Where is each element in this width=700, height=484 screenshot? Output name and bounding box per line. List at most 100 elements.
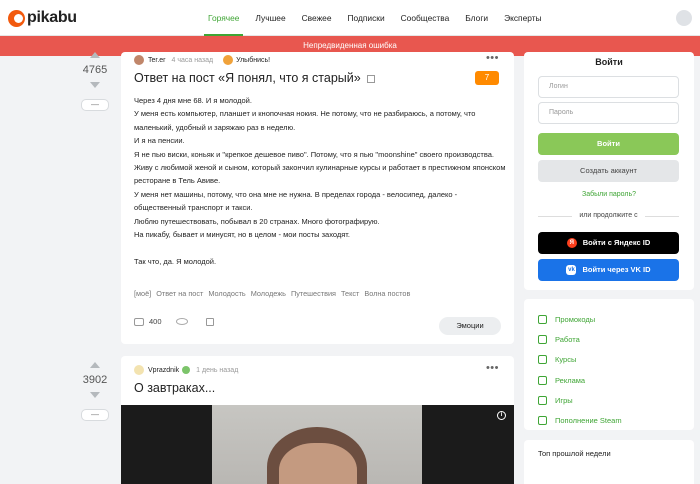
story-paragraph: Живу с любимой женой и сыном, который за… — [134, 163, 506, 186]
downvote-icon[interactable] — [90, 82, 100, 88]
sidebar-item-steam[interactable]: Пополнение Steam — [538, 410, 622, 430]
author-avatar[interactable] — [134, 365, 144, 375]
story-paragraph: Так что, да. Я молодой. — [134, 256, 217, 266]
password-input[interactable]: Пароль — [538, 102, 679, 124]
post1-rating: 4765 — [82, 64, 108, 76]
story-paragraph: Люблю путешествовать, побывал в 20 стран… — [134, 216, 380, 226]
post-time: 1 день назад — [196, 366, 239, 374]
story-paragraph: Через 4 дня мне 68. И я молодой. — [134, 96, 252, 105]
pikabu-logo[interactable]: pikabu — [8, 9, 77, 27]
tag[interactable]: Молодежь — [251, 289, 286, 298]
downvote-icon[interactable] — [90, 392, 100, 398]
tag[interactable]: Волна постов — [364, 289, 410, 298]
story-image[interactable]: i — [121, 405, 514, 484]
story-title[interactable]: О завтраках... — [134, 381, 215, 395]
logo-icon — [8, 9, 25, 27]
vk-login-button[interactable]: vk Войти через VK ID — [538, 259, 679, 281]
story-menu-icon[interactable]: ••• — [486, 52, 499, 64]
steam-icon — [538, 416, 547, 426]
yandex-login-button[interactable]: Я Войти с Яндекс ID — [538, 232, 679, 254]
nav-experts[interactable]: Эксперты — [504, 0, 542, 36]
vk-login-label: Войти через VK ID — [582, 265, 651, 274]
login-title: Войти — [595, 57, 623, 67]
sidebar-item-label: Игры — [555, 395, 573, 405]
post1-votes: 4765 — — [76, 52, 114, 111]
sidebar-item-ads[interactable]: Реклама — [538, 370, 622, 390]
main-nav: Горячее Лучшее Свежее Подписки Сообществ… — [203, 0, 558, 36]
megaphone-icon — [538, 375, 547, 385]
briefcase-icon — [538, 334, 547, 344]
story-menu-icon[interactable]: ••• — [486, 362, 499, 374]
author-name[interactable]: Ter.er — [148, 57, 166, 64]
nav-fresh[interactable]: Свежее — [302, 0, 332, 36]
tag[interactable]: Путешествия — [291, 289, 336, 298]
story-body: Через 4 дня мне 68. И я молодой. У меня … — [134, 94, 506, 268]
week-top-box: Топ прошлой недели — [524, 440, 694, 484]
nav-blogs[interactable]: Блоги — [465, 0, 488, 36]
story-meta: Ter.er 4 часа назад Улыбнись! — [134, 55, 270, 65]
sidebar-menu-list: Промокоды Работа Курсы Реклама Игры Попо… — [538, 309, 622, 431]
sidebar-item-label: Курсы — [555, 355, 577, 365]
sidebar-item-label: Промокоды — [555, 314, 596, 324]
story-card-1: Ter.er 4 часа назад Улыбнись! ••• Ответ … — [121, 52, 514, 344]
info-icon[interactable]: i — [497, 411, 506, 420]
nav-best[interactable]: Лучшее — [255, 0, 285, 36]
sidebar-item-games[interactable]: Игры — [538, 390, 622, 410]
tag[interactable]: Молодость — [208, 289, 245, 298]
tag[interactable]: Ответ на пост — [156, 289, 203, 298]
story-paragraph — [134, 241, 506, 254]
story-actions: 400 — [134, 317, 214, 326]
post2-minus-button[interactable]: — — [81, 409, 109, 421]
graduation-cap-icon — [538, 355, 547, 365]
forgot-password-link[interactable]: Забыли пароль? — [524, 191, 694, 198]
gamepad-icon — [538, 395, 547, 405]
sidebar-menu: Промокоды Работа Курсы Реклама Игры Попо… — [524, 299, 694, 430]
emotions-button[interactable]: Эмоции — [439, 317, 501, 335]
upvote-icon[interactable] — [90, 362, 100, 368]
nav-communities[interactable]: Сообщества — [401, 0, 450, 36]
nav-subscriptions[interactable]: Подписки — [348, 0, 385, 36]
tag[interactable]: [моё] — [134, 289, 151, 298]
eye-icon[interactable] — [175, 318, 188, 325]
community-link[interactable]: Улыбнись! — [223, 55, 270, 65]
user-avatar-icon[interactable] — [676, 10, 692, 26]
photo-face — [279, 443, 357, 484]
tag-icon — [538, 314, 547, 324]
external-link-icon[interactable] — [366, 74, 375, 83]
story-meta: Vprazdnik 1 день назад — [134, 365, 238, 375]
post1-minus-button[interactable]: — — [81, 99, 109, 111]
vk-icon: vk — [566, 265, 577, 276]
community-icon — [223, 55, 234, 65]
post2-rating: 3902 — [82, 374, 108, 386]
author-name[interactable]: Vprazdnik — [148, 367, 179, 374]
logo-text: pikabu — [27, 9, 77, 26]
sidebar-item-promocodes[interactable]: Промокоды — [538, 309, 622, 329]
login-button[interactable]: Войти — [538, 133, 679, 155]
story-paragraph: Я не пью виски, коньяк и "крепкое дешево… — [134, 149, 495, 159]
sidebar-item-label: Пополнение Steam — [555, 416, 622, 426]
sidebar-item-jobs[interactable]: Работа — [538, 329, 622, 349]
login-box: Войти Логин Пароль Войти Создать аккаунт… — [524, 52, 694, 290]
story-title[interactable]: Ответ на пост «Я понял, что я старый» — [134, 71, 375, 85]
upvote-icon[interactable] — [90, 52, 100, 58]
story-title-text: Ответ на пост «Я понял, что я старый» — [134, 71, 361, 85]
comments-badge[interactable]: 7 — [475, 71, 499, 85]
yandex-login-label: Войти с Яндекс ID — [582, 238, 651, 247]
story-tags: [моё] Ответ на пост Молодость Молодежь П… — [134, 289, 415, 298]
comments-count[interactable]: 400 — [149, 317, 162, 326]
sidebar-item-label: Реклама — [555, 375, 586, 385]
nav-hot[interactable]: Горячее — [203, 0, 244, 36]
author-avatar[interactable] — [134, 55, 144, 65]
community-name: Улыбнись! — [236, 56, 271, 64]
story-paragraph: У меня нет машины, потому, что она мне н… — [134, 189, 458, 213]
comment-icon[interactable] — [134, 317, 144, 326]
sidebar-item-courses[interactable]: Курсы — [538, 350, 622, 370]
week-top-title: Топ прошлой недели — [538, 449, 611, 458]
login-input[interactable]: Логин — [538, 76, 679, 98]
yandex-icon: Я — [566, 238, 577, 249]
save-icon[interactable] — [205, 317, 214, 326]
photo — [212, 405, 422, 484]
post-time: 4 часа назад — [171, 56, 214, 64]
create-account-button[interactable]: Создать аккаунт — [538, 160, 679, 182]
tag[interactable]: Текст — [341, 289, 359, 298]
